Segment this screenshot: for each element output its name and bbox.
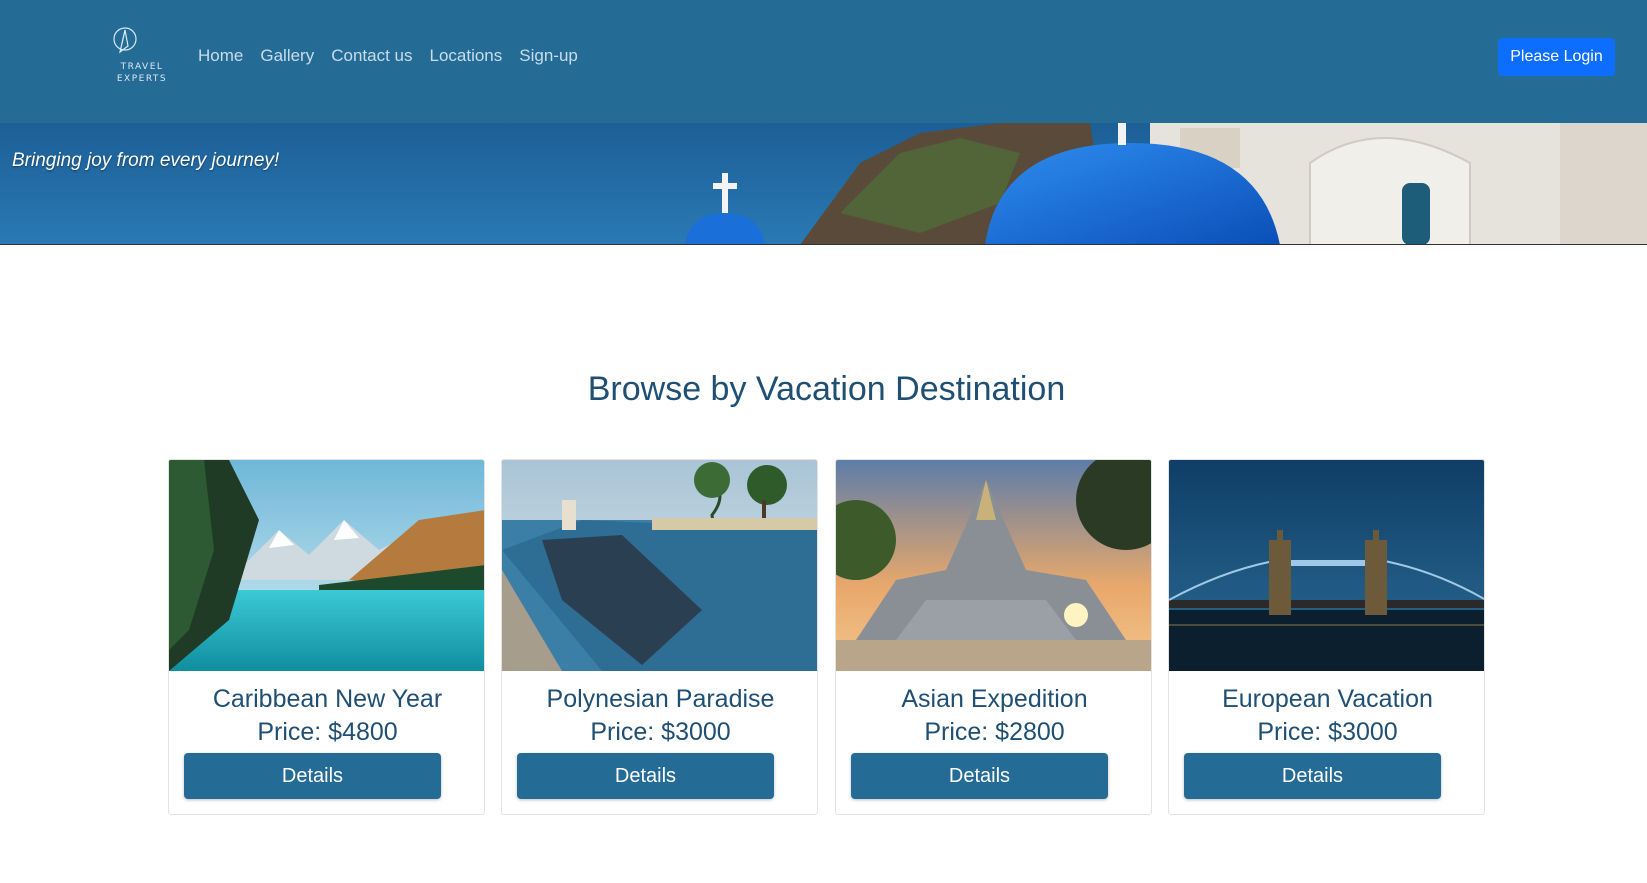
nav-contact[interactable]: Contact us xyxy=(331,46,412,66)
package-image-temple xyxy=(836,460,1151,671)
package-name: Polynesian Paradise xyxy=(546,685,775,713)
package-card: Asian Expedition Price: $2800 Details xyxy=(835,459,1152,815)
banner-image xyxy=(0,123,1647,244)
brand-line-1: TRAVEL xyxy=(120,62,164,72)
nav-gallery[interactable]: Gallery xyxy=(260,46,314,66)
package-price: Price: $4800 xyxy=(257,718,398,746)
package-price: Price: $2800 xyxy=(924,718,1065,746)
package-price: Price: $3000 xyxy=(1257,718,1398,746)
package-list: Caribbean New Year Price: $4800 Details … xyxy=(168,459,1488,815)
navbar: TRAVEL EXPERTS Home Gallery Contact us L… xyxy=(0,0,1647,123)
package-name: European Vacation xyxy=(1222,685,1433,713)
details-button[interactable]: Details xyxy=(184,753,441,799)
login-button[interactable]: Please Login xyxy=(1498,38,1615,76)
package-card: Polynesian Paradise Price: $3000 Details xyxy=(501,459,818,815)
package-name: Caribbean New Year xyxy=(212,685,443,713)
package-card: Caribbean New Year Price: $4800 Details xyxy=(168,459,485,815)
details-button[interactable]: Details xyxy=(517,753,774,799)
nav-signup[interactable]: Sign-up xyxy=(519,46,578,66)
nav-locations[interactable]: Locations xyxy=(429,46,502,66)
section-title: Browse by Vacation Destination xyxy=(587,370,1066,408)
details-button[interactable]: Details xyxy=(851,753,1108,799)
package-name: Asian Expedition xyxy=(901,685,1088,713)
brand-line-2: EXPERTS xyxy=(116,74,168,84)
brand-logo[interactable]: TRAVEL EXPERTS xyxy=(108,26,176,90)
compass-pin-icon xyxy=(113,27,137,54)
package-price: Price: $3000 xyxy=(590,718,731,746)
tagline: Bringing joy from every journey! xyxy=(12,150,280,171)
package-card: European Vacation Price: $3000 Details xyxy=(1168,459,1485,815)
nav-home[interactable]: Home xyxy=(198,46,243,66)
hero-banner: Bringing joy from every journey! xyxy=(0,123,1647,245)
details-button[interactable]: Details xyxy=(1184,753,1441,799)
package-image-tower-bridge xyxy=(1169,460,1484,671)
package-image-mountain-lake xyxy=(169,460,484,671)
nav-links: Home Gallery Contact us Locations Sign-u… xyxy=(198,46,595,66)
package-image-resort-pool xyxy=(502,460,817,671)
